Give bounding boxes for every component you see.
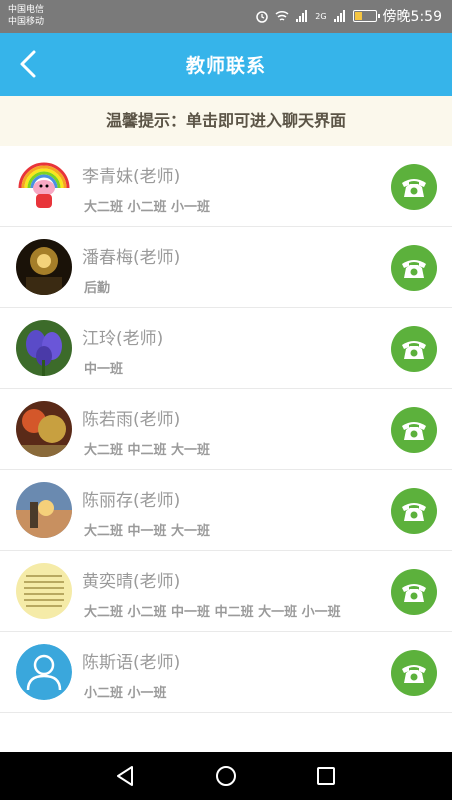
alarm-icon [256, 11, 268, 23]
call-button[interactable] [391, 245, 437, 291]
teacher-name: 黄奕晴(老师) [82, 572, 181, 592]
phone-icon [402, 422, 426, 440]
app-header: 教师联系 [0, 33, 452, 96]
teacher-name: 陈丽存(老师) [82, 491, 181, 511]
teacher-classes: 中一班 [84, 362, 124, 377]
teacher-row[interactable]: 潘春梅(老师) 后勤 [0, 227, 452, 308]
tip-banner: 温馨提示：单击即可进入聊天界面 [0, 96, 452, 146]
sunset-avatar-icon [16, 482, 72, 538]
network-type: 2G [315, 11, 327, 21]
avatar [16, 158, 72, 214]
phone-icon [402, 665, 426, 683]
teacher-name: 李青妹(老师) [82, 167, 181, 187]
iris-flower-avatar-icon [16, 320, 72, 376]
wifi-icon [275, 10, 289, 21]
teacher-row[interactable]: 陈斯语(老师) 小二班 小一班 [0, 632, 452, 713]
avatar [16, 563, 72, 619]
call-button[interactable] [391, 407, 437, 453]
nav-home-icon[interactable] [214, 764, 238, 788]
teacher-classes: 大二班 中一班 大一班 [84, 524, 211, 539]
phone-icon [402, 503, 426, 521]
avatar [16, 320, 72, 376]
night-lights-avatar-icon [16, 239, 72, 295]
nav-back-icon[interactable] [114, 764, 138, 788]
peppa-pig-avatar-icon [16, 158, 72, 214]
call-button[interactable] [391, 326, 437, 372]
avatar [16, 482, 72, 538]
teacher-name: 江玲(老师) [82, 329, 164, 349]
teacher-name: 陈斯语(老师) [82, 653, 181, 673]
phone-icon [402, 341, 426, 359]
teacher-name: 陈若雨(老师) [82, 410, 181, 430]
teacher-classes: 大二班 小二班 小一班 [84, 200, 211, 215]
teacher-classes: 大二班 小二班 中一班 中二班 大一班 小一班 [84, 605, 341, 620]
phone-icon [402, 584, 426, 602]
call-button[interactable] [391, 650, 437, 696]
status-time: 傍晚5:59 [382, 9, 442, 25]
teacher-classes: 小二班 小一班 [84, 686, 167, 701]
teacher-classes: 大二班 中二班 大一班 [84, 443, 211, 458]
carrier-info: 中国电信 中国移动 [8, 4, 44, 28]
call-button[interactable] [391, 164, 437, 210]
teacher-name: 潘春梅(老师) [82, 248, 181, 268]
text-page-avatar-icon [16, 563, 72, 619]
system-nav-bar [0, 752, 452, 800]
signal-icon [296, 10, 308, 22]
phone-icon [402, 260, 426, 278]
avatar [16, 401, 72, 457]
page-title: 教师联系 [185, 55, 266, 77]
teacher-row[interactable]: 陈若雨(老师) 大二班 中二班 大一班 [0, 389, 452, 470]
default-user-avatar-icon [16, 644, 72, 700]
call-button[interactable] [391, 488, 437, 534]
teacher-row[interactable]: 李青妹(老师) 大二班 小二班 小一班 [0, 146, 452, 227]
avatar [16, 644, 72, 700]
teacher-row[interactable]: 陈丽存(老师) 大二班 中一班 大一班 [0, 470, 452, 551]
signal-icon-2 [333, 10, 345, 22]
carrier-1: 中国电信 [8, 5, 45, 15]
carrier-2: 中国移动 [8, 17, 45, 27]
phone-icon [402, 179, 426, 197]
status-bar: 中国电信 中国移动 2G 傍晚5:59 [0, 0, 452, 33]
teacher-row[interactable]: 江玲(老师) 中一班 [0, 308, 452, 389]
teacher-row[interactable]: 黄奕晴(老师) 大二班 小二班 中一班 中二班 大一班 小一班 [0, 551, 452, 632]
autumn-tree-avatar-icon [16, 401, 72, 457]
nav-recents-icon[interactable] [314, 764, 338, 788]
battery-icon [352, 10, 380, 22]
call-button[interactable] [391, 569, 437, 615]
status-icons: 2G 傍晚5:59 [255, 6, 442, 26]
teacher-classes: 后勤 [84, 281, 111, 296]
avatar [16, 239, 72, 295]
teacher-list: 李青妹(老师) 大二班 小二班 小一班 潘春梅(老师) 后勤 江玲(老师) 中一… [0, 146, 452, 713]
